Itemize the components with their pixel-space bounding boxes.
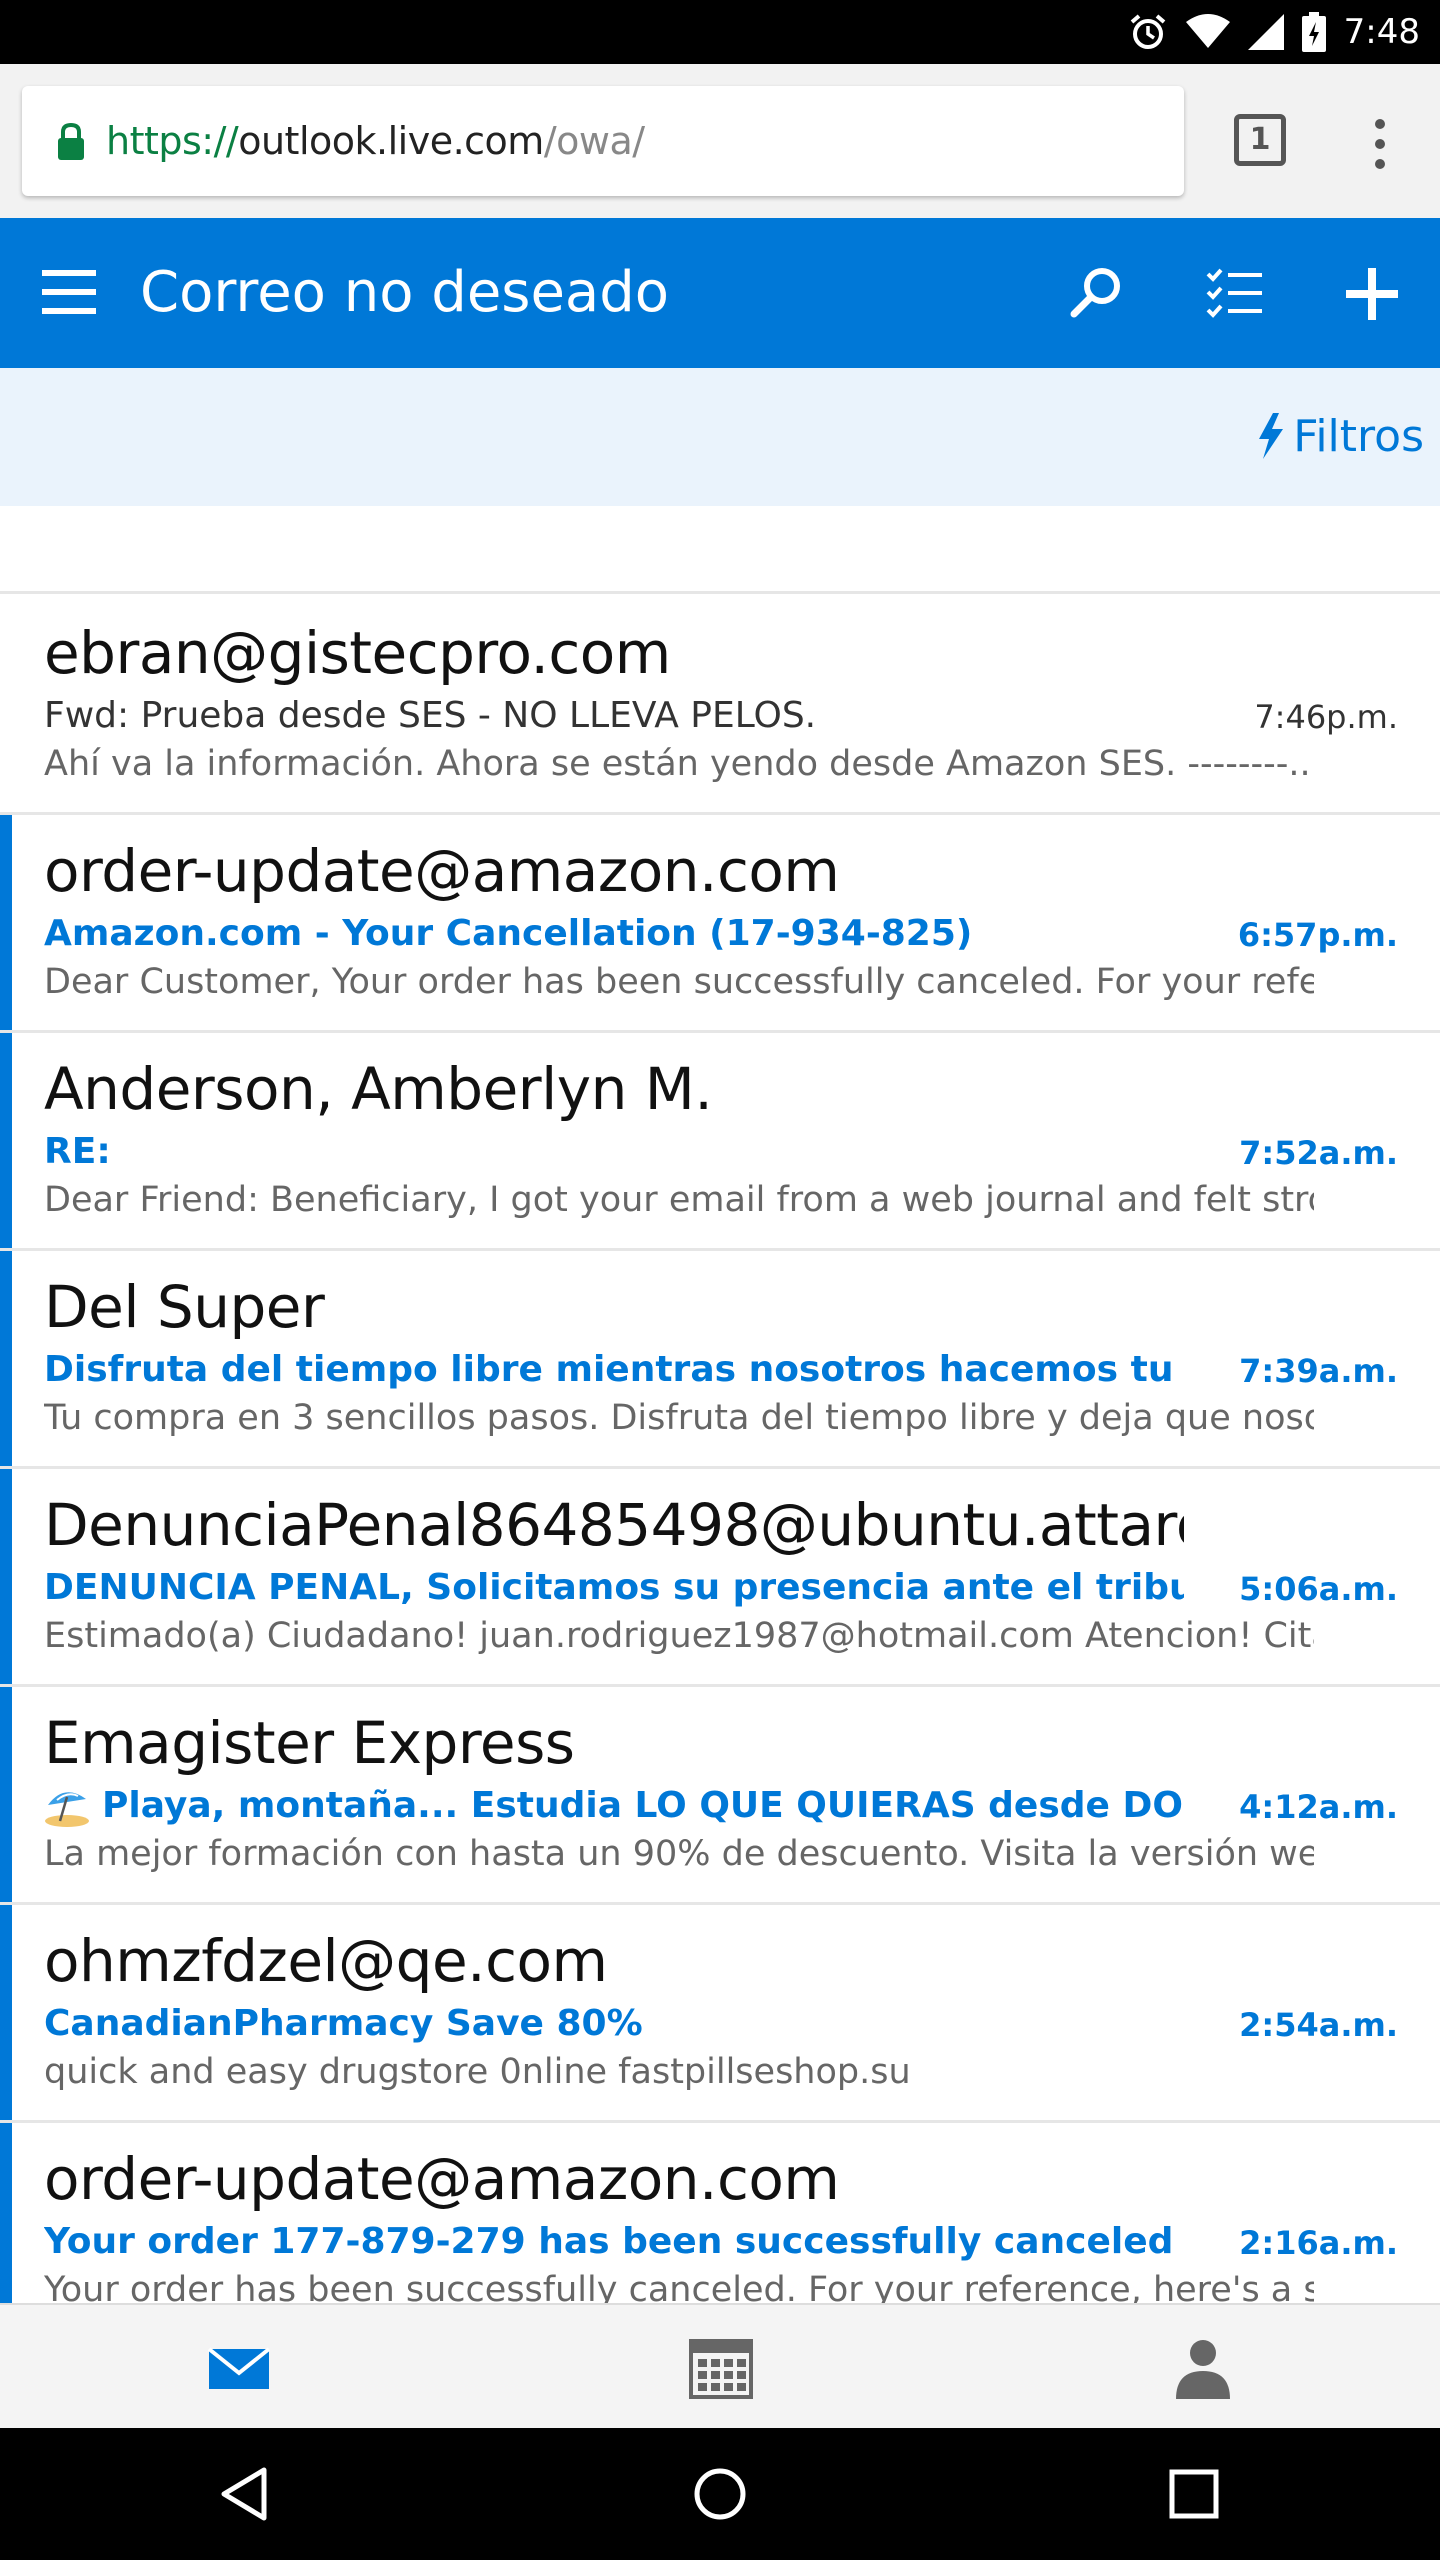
message-list: ebran@gistecpro.com Fwd: Prueba desde SE… (0, 597, 1440, 2303)
message-item[interactable]: order-update@amazon.com Amazon.com - You… (0, 815, 1440, 1033)
message-time: 7:46p.m. (1254, 698, 1398, 736)
more-options-icon[interactable] (1360, 116, 1400, 172)
new-message-plus-icon[interactable] (1340, 262, 1404, 326)
battery-icon (1301, 12, 1326, 52)
filters-button[interactable]: Filtros (1255, 404, 1424, 468)
message-item[interactable]: ebran@gistecpro.com Fwd: Prueba desde SE… (0, 597, 1440, 815)
message-subject-text: Playa, montaña... Estudia LO QUE QUIERAS… (102, 1785, 1184, 1826)
list-header-spacer (0, 506, 1440, 594)
signal-icon (1247, 14, 1284, 50)
message-sender: DenunciaPenal86485498@ubuntu.attardprop (44, 1491, 1184, 1559)
message-subject: Disfruta del tiempo libre mientras nosot… (44, 1347, 1184, 1393)
filters-label: Filtros (1293, 410, 1424, 462)
lightning-icon (1259, 413, 1284, 459)
message-subject: CanadianPharmacy Save 80% (44, 2001, 1184, 2047)
home-icon[interactable] (690, 2464, 750, 2524)
url-bar[interactable]: https://outlook.live.com/owa/ (22, 86, 1184, 196)
message-sender: order-update@amazon.com (44, 837, 840, 905)
message-sender: Anderson, Amberlyn M. (44, 1055, 713, 1123)
back-icon[interactable] (216, 2464, 276, 2524)
message-time: 7:39a.m. (1239, 1352, 1398, 1390)
app-header: Correo no deseado (0, 218, 1440, 368)
message-time: 4:12a.m. (1239, 1788, 1398, 1826)
search-icon[interactable] (1064, 262, 1128, 326)
message-subject: Fwd: Prueba desde SES - NO LLEVA PELOS. (44, 693, 1184, 739)
message-item[interactable]: Emagister Express Playa, montaña... Estu… (0, 1687, 1440, 1905)
folder-title: Correo no deseado (140, 260, 670, 325)
message-preview: Tu compra en 3 sencillos pasos. Disfruta… (44, 1398, 1314, 1438)
message-preview: Estimado(a) Ciudadano! juan.rodriguez198… (44, 1616, 1314, 1656)
message-subject-text: DENUNCIA PENAL, Solicitamos su presencia… (44, 1567, 1184, 1608)
message-item[interactable]: Anderson, Amberlyn M. RE: 7:52a.m. Dear … (0, 1033, 1440, 1251)
message-subject: Amazon.com - Your Cancellation (17-934-8… (44, 911, 1184, 957)
message-preview: quick and easy drugstore 0nline fastpill… (44, 2052, 911, 2092)
message-time: 2:16a.m. (1239, 2224, 1398, 2262)
message-item[interactable]: ohmzfdzel@qe.com CanadianPharmacy Save 8… (0, 1905, 1440, 2123)
message-preview: Your order has been successfully cancele… (44, 2270, 1314, 2303)
message-sender: order-update@amazon.com (44, 2145, 840, 2213)
lock-icon (58, 122, 84, 160)
message-subject-text: Disfruta del tiempo libre mientras nosot… (44, 1349, 1184, 1390)
url-text: https://outlook.live.com/owa/ (106, 119, 645, 163)
url-host: outlook.live.com (238, 119, 544, 163)
message-item[interactable]: order-update@amazon.com Your order 177-8… (0, 2123, 1440, 2303)
message-time: 5:06a.m. (1239, 1570, 1398, 1608)
message-sender: ohmzfdzel@qe.com (44, 1927, 608, 1995)
message-subject: Your order 177-879-279 has been successf… (44, 2219, 1184, 2265)
message-time: 6:57p.m. (1237, 916, 1398, 954)
filter-bar: Filtros (0, 368, 1440, 506)
message-preview: La mejor formación con hasta un 90% de d… (44, 1834, 1314, 1874)
status-time: 7:48 (1343, 12, 1420, 52)
message-subject: RE: (44, 1129, 1184, 1175)
url-path: /owa/ (543, 119, 645, 163)
mail-icon[interactable] (206, 2335, 272, 2401)
wifi-icon (1185, 14, 1230, 48)
message-time: 2:54a.m. (1239, 2006, 1398, 2044)
message-item[interactable]: Del Super Disfruta del tiempo libre mien… (0, 1251, 1440, 1469)
bottom-navigation (0, 2303, 1440, 2428)
umbrella-on-ground-icon (45, 1792, 89, 1827)
message-subject-text: Your order 177-879-279 has been successf… (44, 2221, 1174, 2262)
hamburger-menu-icon[interactable] (42, 270, 96, 314)
status-bar: 7:48 (0, 0, 1440, 64)
url-scheme: https:// (106, 119, 239, 163)
message-subject-text: Fwd: Prueba desde SES - NO LLEVA PELOS. (44, 695, 817, 736)
message-item[interactable]: DenunciaPenal86485498@ubuntu.attardprop … (0, 1469, 1440, 1687)
tab-switcher-button[interactable]: 1 (1234, 114, 1286, 166)
recents-icon[interactable] (1164, 2464, 1224, 2524)
message-subject-text: RE: (44, 1131, 111, 1172)
message-time: 7:52a.m. (1239, 1134, 1398, 1172)
browser-toolbar: https://outlook.live.com/owa/ 1 (0, 64, 1440, 218)
message-subject: DENUNCIA PENAL, Solicitamos su presencia… (44, 1565, 1184, 1611)
message-preview: Dear Friend: Beneficiary, I got your ema… (44, 1180, 1314, 1220)
select-checklist-icon[interactable] (1202, 262, 1266, 326)
message-subject-text: Amazon.com - Your Cancellation (17-934-8… (44, 913, 973, 954)
message-preview: Dear Customer, Your order has been succe… (44, 962, 1314, 1002)
message-subject: Playa, montaña... Estudia LO QUE QUIERAS… (44, 1783, 1184, 1829)
alarm-icon (1130, 14, 1165, 49)
calendar-icon[interactable] (688, 2335, 754, 2401)
android-navigation-bar (0, 2428, 1440, 2560)
message-sender: Del Super (44, 1273, 325, 1341)
message-subject-text: CanadianPharmacy Save 80% (44, 2003, 643, 2044)
people-icon[interactable] (1170, 2335, 1236, 2401)
message-preview: Ahí va la información. Ahora se están ye… (44, 744, 1314, 784)
message-sender: ebran@gistecpro.com (44, 619, 671, 687)
message-sender: Emagister Express (44, 1709, 575, 1777)
